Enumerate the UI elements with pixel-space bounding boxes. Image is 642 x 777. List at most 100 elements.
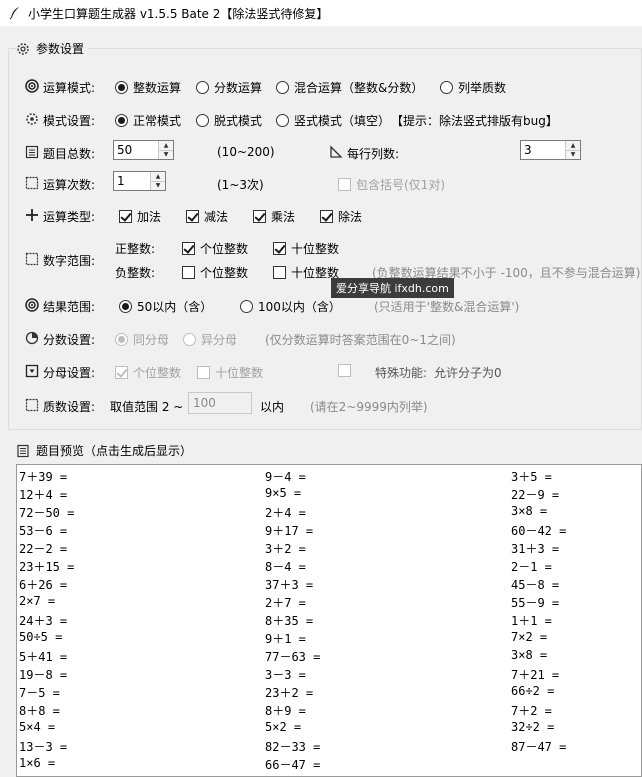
radio-expanded-style[interactable]: 脱式模式 xyxy=(196,112,262,129)
checkbox-multiply[interactable]: 乘法 xyxy=(253,208,295,225)
preview-group-header: 题目预览（点击生成后显示） xyxy=(16,442,197,459)
special-label: 特殊功能: xyxy=(375,366,428,380)
radio-integer-mode[interactable]: 整数运算 xyxy=(115,79,181,96)
checkbox-denominator-tens[interactable]: 十位整数 xyxy=(197,364,263,381)
preview-problem: 22－2 = xyxy=(19,542,68,556)
preview-problem: 9×5 = xyxy=(265,486,302,500)
prime-range-label: 取值范围 2 ~ xyxy=(110,400,184,414)
radio-prime-mode[interactable]: 列举质数 xyxy=(440,79,506,96)
preview-problem: 50÷5 = xyxy=(19,630,63,644)
preview-problem: 8－4 = xyxy=(265,560,306,574)
preview-row: 22－2 = 3＋2 = 31＋3 = xyxy=(17,540,641,558)
preview-group-label: 题目预览（点击生成后显示） xyxy=(36,444,193,458)
total-spinbox[interactable]: 50 ▲ ▼ xyxy=(113,140,174,160)
checkbox-special[interactable] xyxy=(338,364,351,377)
spin-down-icon[interactable]: ▼ xyxy=(151,180,165,190)
total-value: 50 xyxy=(117,143,133,157)
prime-unit: 以内 xyxy=(260,400,285,414)
preview-problem: 2×7 = xyxy=(19,594,56,608)
preview-row: 50÷5 = 9＋1 = 7×2 = xyxy=(17,630,641,648)
cols-label: 每行列数: xyxy=(347,147,400,161)
number-range-label: 数字范围: xyxy=(43,254,96,268)
spin-up-icon[interactable]: ▲ xyxy=(159,141,173,150)
preview-problem: 5×4 = xyxy=(19,720,56,734)
checkbox-denominator-single[interactable]: 个位整数 xyxy=(115,364,181,381)
preview-row: 23＋15 = 8－4 = 2－1 = xyxy=(17,558,641,576)
preview-problem: 66－47 = xyxy=(265,758,321,772)
radio-vertical-style[interactable]: 竖式模式（填空） xyxy=(276,112,390,129)
ops-count-label: 运算次数: xyxy=(43,178,96,192)
list-icon xyxy=(24,144,40,160)
preview-row: 6＋26 = 37＋3 = 45－8 = xyxy=(17,576,641,594)
op-type-label: 运算类型: xyxy=(43,210,96,224)
preview-problem: 7－5 = xyxy=(19,686,60,700)
prime-max-input[interactable]: 100 xyxy=(188,392,252,414)
preview-row: 5×4 = 5×2 = 32÷2 = xyxy=(17,720,641,738)
preview-row: 1×6 = 66－47 = xyxy=(17,756,641,774)
radio-result-50[interactable]: 50以内（含） xyxy=(119,298,212,315)
spin-down-icon[interactable]: ▼ xyxy=(566,149,580,159)
preview-problem: 9＋1 = xyxy=(265,632,306,646)
checkbox-positive-single[interactable]: 个位整数 xyxy=(182,240,248,257)
gear-icon xyxy=(17,42,29,55)
ops-count-value: 1 xyxy=(117,174,125,188)
preview-row: 24＋3 = 8＋35 = 1＋1 = xyxy=(17,612,641,630)
prime-label: 质数设置: xyxy=(43,400,96,414)
radio-diff-denominator[interactable]: 异分母 xyxy=(183,331,237,348)
preview-problem: 22－9 = xyxy=(511,488,560,502)
spin-up-icon[interactable]: ▲ xyxy=(151,172,165,181)
preview-problem: 24＋3 = xyxy=(19,614,68,628)
preview-problem: 7＋2 = xyxy=(511,704,552,718)
preview-row: 72－50 = 2＋4 = 3×8 = xyxy=(17,504,641,522)
preview-problem: 66÷2 = xyxy=(511,684,555,698)
positive-int-label: 正整数: xyxy=(115,242,156,256)
preview-problem: 6＋26 = xyxy=(19,578,68,592)
preview-problem: 1×6 = xyxy=(19,756,56,770)
radio-result-100[interactable]: 100以内（含） xyxy=(240,298,341,315)
radio-normal-style[interactable]: 正常模式 xyxy=(115,112,181,129)
preview-problem: 72－50 = xyxy=(19,506,75,520)
prime-note: (请在2~9999内列举) xyxy=(310,400,428,414)
bracket-checkbox[interactable]: 包含括号(仅1对) xyxy=(338,176,445,193)
denominator-label: 分母设置: xyxy=(43,366,96,380)
radio-mixed-mode[interactable]: 混合运算（整数&分数） xyxy=(276,79,423,96)
cols-value: 3 xyxy=(524,143,532,157)
checkbox-negative-tens[interactable]: 十位整数 xyxy=(273,264,339,281)
preview-problem: 2＋7 = xyxy=(265,596,306,610)
checkbox-positive-tens[interactable]: 十位整数 xyxy=(273,240,339,257)
preview-row: 53－6 = 9＋17 = 60－42 = xyxy=(17,522,641,540)
preview-row: 7－5 = 23＋2 = 66÷2 = xyxy=(17,684,641,702)
preview-row: 13－3 = 82－33 = 87－47 = xyxy=(17,738,641,756)
radio-same-denominator[interactable]: 同分母 xyxy=(115,331,169,348)
document-icon xyxy=(17,444,29,457)
preview-row: 19－8 = 3－3 = 7＋21 = xyxy=(17,666,641,684)
preview-problem: 53－6 = xyxy=(19,524,68,538)
preview-problem: 32÷2 = xyxy=(511,720,555,734)
preview-row: 7＋39 = 9－4 = 3＋5 = xyxy=(17,468,641,486)
grid-icon xyxy=(24,397,40,413)
params-group-frame xyxy=(8,48,642,430)
checkbox-subtract[interactable]: 减法 xyxy=(186,208,228,225)
plus-icon xyxy=(24,207,40,223)
spin-up-icon[interactable]: ▲ xyxy=(566,141,580,150)
preview-problem: 23＋15 = xyxy=(19,560,75,574)
triangle-ruler-icon xyxy=(328,144,344,160)
preview-problem: 7＋39 = xyxy=(19,470,68,484)
checkbox-divide[interactable]: 除法 xyxy=(320,208,362,225)
preview-problem: 60－42 = xyxy=(511,524,567,538)
checkbox-add[interactable]: 加法 xyxy=(119,208,161,225)
fraction-label: 分数设置: xyxy=(43,333,96,347)
params-group-label: 参数设置 xyxy=(36,42,85,56)
preview-problem: 7＋21 = xyxy=(511,668,560,682)
watermark-tooltip: 爱分享导航 ifxdh.com xyxy=(331,278,454,298)
spin-down-icon[interactable]: ▼ xyxy=(159,149,173,159)
grid-icon xyxy=(24,251,40,267)
cols-spinbox[interactable]: 3 ▲ ▼ xyxy=(520,140,581,160)
ops-count-spinbox[interactable]: 1 ▲ ▼ xyxy=(113,171,166,191)
checkbox-negative-single[interactable]: 个位整数 xyxy=(182,264,248,281)
preview-problem: 13－3 = xyxy=(19,740,68,754)
radio-fraction-mode[interactable]: 分数运算 xyxy=(196,79,262,96)
preview-problem: 5×2 = xyxy=(265,720,302,734)
preview-problem: 3＋2 = xyxy=(265,542,306,556)
preview-textarea[interactable]: 7＋39 = 9－4 = 3＋5 = 12＋4 = 9×5 = 22－9 = 72－50 =… xyxy=(16,464,642,777)
